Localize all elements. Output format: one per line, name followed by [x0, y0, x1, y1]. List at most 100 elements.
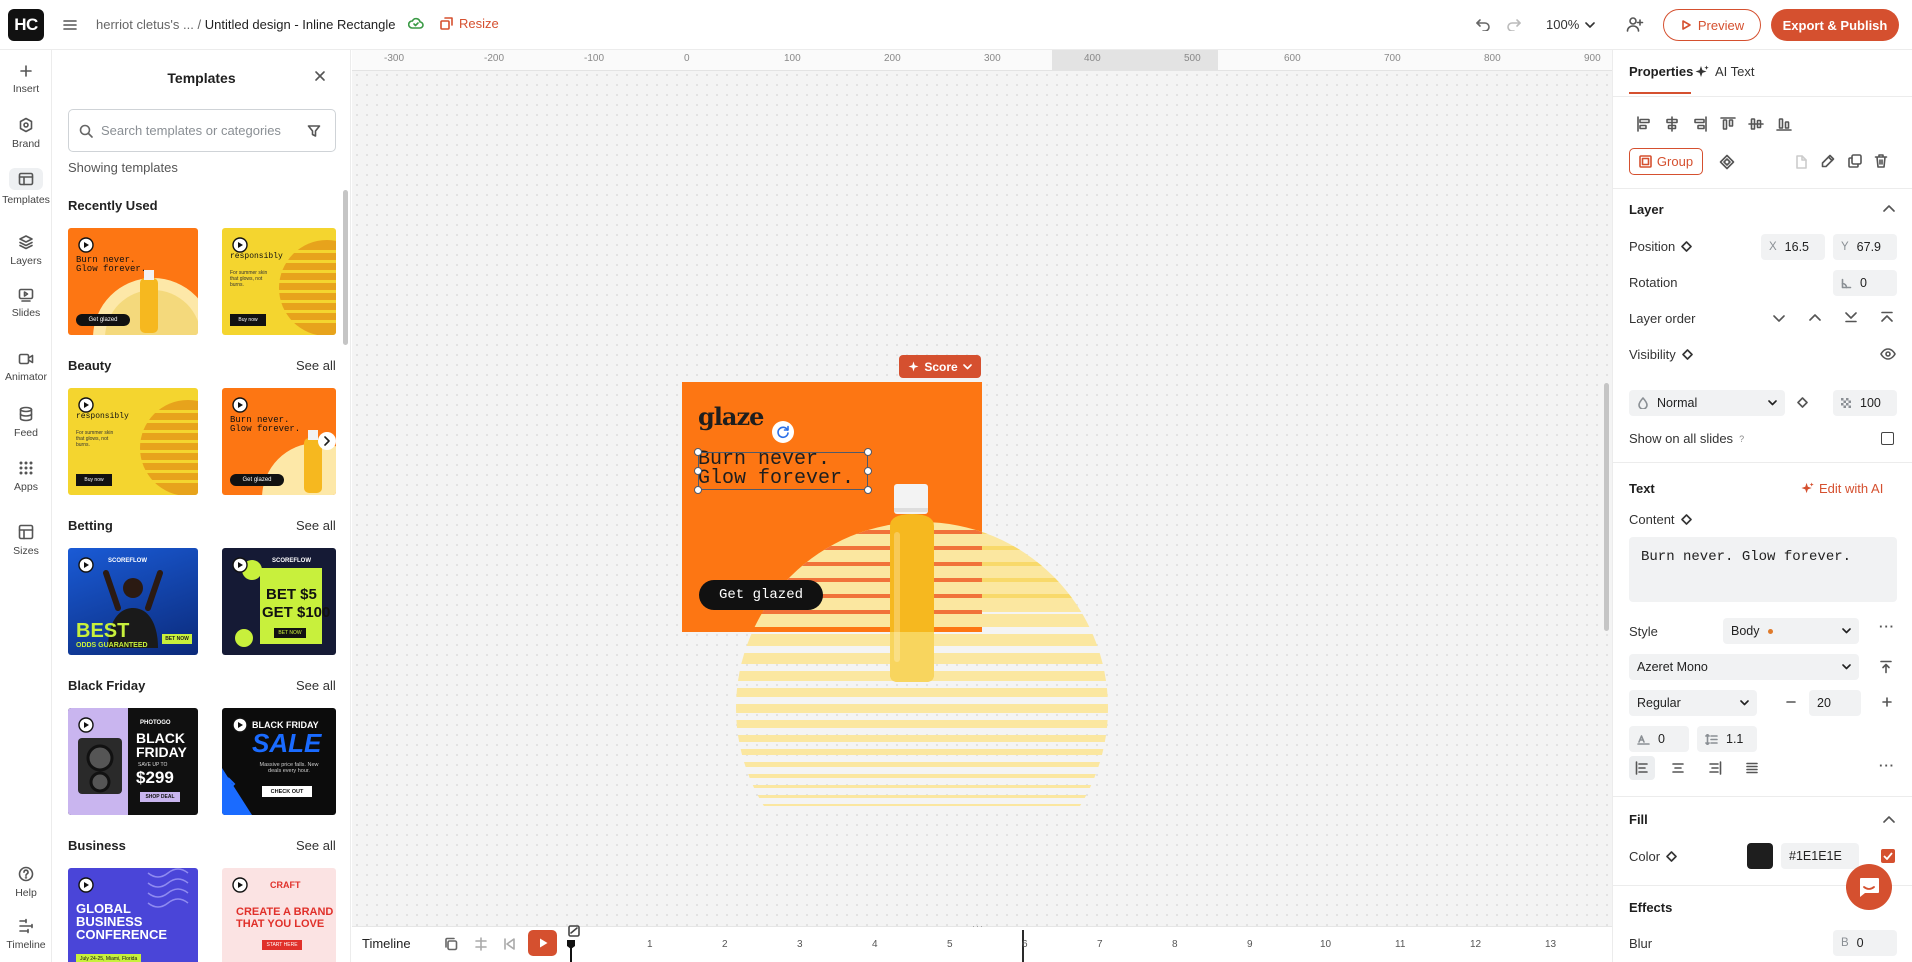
position-y-field[interactable]: Y 67.9 [1833, 234, 1897, 260]
redo-icon[interactable] [1506, 17, 1522, 31]
fill-enabled-checkbox[interactable] [1881, 849, 1895, 863]
template-thumb[interactable]: Burn never. Glow forever. Get glazed [68, 228, 198, 335]
undo-icon[interactable] [1475, 17, 1491, 31]
content-textarea[interactable]: Burn never. Glow forever. [1629, 537, 1897, 602]
template-thumb[interactable]: SCOREFLOW BET $5 GET $100 BET NOW [222, 548, 336, 655]
resize-handle[interactable] [694, 467, 702, 475]
template-thumb[interactable]: PHOTOGO BLACK FRIDAY SAVE UP TO $299 SHO… [68, 708, 198, 815]
rail-item-help[interactable]: Help [0, 866, 52, 899]
bring-forward-icon[interactable] [1809, 313, 1821, 323]
add-user-icon[interactable] [1626, 15, 1644, 33]
resize-handle[interactable] [864, 486, 872, 494]
text-justify-icon[interactable] [1745, 761, 1759, 775]
align-center-icon[interactable] [1664, 116, 1680, 132]
paste-style-icon[interactable] [1794, 154, 1808, 170]
template-thumb[interactable]: BLACK FRIDAY SALE Massive price falls. N… [222, 708, 336, 815]
bring-to-front-icon[interactable] [1881, 311, 1893, 323]
preview-button[interactable]: Preview [1663, 9, 1761, 41]
tab-properties[interactable]: Properties [1629, 64, 1693, 79]
tab-ai-text[interactable]: AI Text [1695, 64, 1755, 79]
magic-icon[interactable] [568, 925, 580, 937]
template-thumb[interactable]: responsibly For summer skin that glows, … [68, 388, 198, 495]
component-icon[interactable] [1719, 154, 1735, 170]
rotate-handle[interactable] [772, 421, 794, 443]
keyframe-icon[interactable] [1681, 349, 1693, 360]
template-thumb[interactable]: responsibly For summer skin that glows, … [222, 228, 336, 335]
more-options-icon[interactable]: ··· [1879, 758, 1895, 773]
templates-scrollbar[interactable] [343, 190, 348, 345]
blur-field[interactable]: B 0 [1833, 930, 1897, 956]
skip-back-icon[interactable] [502, 937, 516, 951]
rail-item-brand[interactable]: Brand [0, 117, 52, 150]
more-options-icon[interactable]: ··· [1879, 619, 1895, 634]
document-title[interactable]: Untitled design - Inline Rectangle [205, 17, 396, 32]
rotation-field[interactable]: 0 [1833, 270, 1897, 296]
text-align-left-icon[interactable] [1635, 761, 1649, 775]
align-middle-icon[interactable] [1748, 116, 1764, 132]
resize-handle[interactable] [694, 448, 702, 456]
selection-box[interactable] [694, 448, 872, 494]
font-family-select[interactable]: Azeret Mono [1629, 654, 1859, 680]
rail-item-slides[interactable]: Slides [0, 288, 52, 319]
opacity-field[interactable]: 100 [1833, 390, 1897, 416]
style-select[interactable]: Body [1723, 618, 1859, 644]
position-x-field[interactable]: X 16.5 [1761, 234, 1825, 260]
split-icon[interactable] [474, 937, 488, 951]
font-weight-select[interactable]: Regular [1629, 690, 1757, 716]
playhead-marker[interactable] [566, 939, 576, 962]
rail-item-timeline[interactable]: Timeline [0, 918, 52, 951]
letter-spacing-field[interactable]: 0 [1629, 726, 1689, 752]
drag-handle[interactable]: ··· [972, 921, 984, 931]
rail-item-apps[interactable]: Apps [0, 460, 52, 493]
keyframe-icon[interactable] [1797, 397, 1808, 408]
minus-icon[interactable] [1785, 696, 1797, 708]
chevron-up-icon[interactable] [1883, 204, 1895, 212]
carousel-next-button[interactable] [318, 432, 336, 450]
zoom-select[interactable]: 100% [1546, 17, 1596, 32]
edit-with-ai-button[interactable]: Edit with AI [1801, 481, 1883, 496]
color-hex-field[interactable]: #1E1E1E [1781, 843, 1859, 869]
chat-support-button[interactable] [1846, 864, 1892, 910]
line-height-field[interactable]: 1.1 [1697, 726, 1757, 752]
keyframe-icon[interactable] [1666, 851, 1677, 862]
align-bottom-icon[interactable] [1776, 116, 1792, 132]
rail-item-feed[interactable]: Feed [0, 406, 52, 439]
send-backward-icon[interactable] [1773, 313, 1785, 323]
rail-item-layers[interactable]: Layers [0, 234, 52, 267]
rail-item-insert[interactable]: Insert [0, 64, 52, 95]
see-all-link[interactable]: See all [296, 678, 336, 693]
font-size-field[interactable]: 20 [1809, 690, 1861, 716]
resize-button[interactable]: Resize [440, 16, 499, 31]
see-all-link[interactable]: See all [296, 518, 336, 533]
bottle-graphic[interactable] [880, 482, 944, 684]
align-right-icon[interactable] [1692, 116, 1708, 132]
rail-item-sizes[interactable]: Sizes [0, 524, 52, 557]
breadcrumb-workspace[interactable]: herriot cletus's ... [96, 17, 194, 32]
cta-button-element[interactable]: Get glazed [699, 580, 823, 610]
color-swatch[interactable] [1747, 843, 1773, 869]
help-hint[interactable]: ? [1739, 434, 1744, 444]
chevron-up-icon[interactable] [1883, 815, 1895, 823]
upload-font-icon[interactable] [1879, 660, 1893, 674]
align-top-icon[interactable] [1720, 116, 1736, 132]
brand-wordmark[interactable]: glaze [698, 402, 764, 431]
trash-icon[interactable] [1874, 153, 1888, 169]
keyframe-icon[interactable] [1680, 514, 1692, 525]
plus-icon[interactable] [1881, 696, 1893, 708]
template-thumb[interactable]: CRAFT CREATE A BRAND THAT YOU LOVE START… [222, 868, 336, 962]
resize-handle[interactable] [694, 486, 702, 494]
canvas-scrollbar[interactable] [1604, 383, 1609, 631]
rail-item-templates[interactable]: Templates [0, 168, 52, 206]
search-input[interactable] [101, 110, 301, 151]
eye-icon[interactable] [1880, 348, 1896, 360]
resize-handle[interactable] [864, 448, 872, 456]
duplicate-icon[interactable] [1847, 153, 1863, 169]
filter-icon[interactable] [307, 124, 321, 138]
template-thumb[interactable]: GLOBAL BUSINESS CONFERENCE July 24-25, M… [68, 868, 198, 962]
group-button[interactable]: Group [1629, 148, 1703, 175]
rail-item-animator[interactable]: Animator [0, 352, 52, 383]
score-button[interactable]: Score [899, 355, 981, 378]
resize-handle[interactable] [864, 467, 872, 475]
send-to-back-icon[interactable] [1845, 311, 1857, 323]
blend-mode-select[interactable]: Normal [1629, 390, 1785, 416]
